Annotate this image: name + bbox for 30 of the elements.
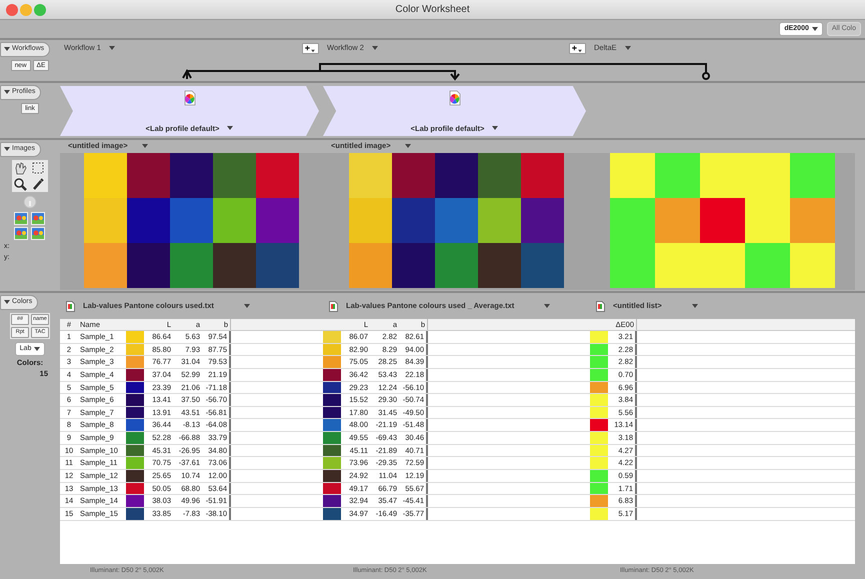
- image-icon: [31, 212, 45, 224]
- info-icon: [23, 194, 37, 208]
- close-button[interactable]: [6, 4, 18, 16]
- caret-icon: [142, 144, 148, 148]
- caret-icon: [624, 46, 631, 50]
- caret-icon: [244, 304, 250, 308]
- add-button[interactable]: +: [568, 42, 586, 54]
- caret-icon: [492, 126, 498, 130]
- profile-icon: [184, 90, 196, 106]
- caret-icon: [404, 144, 411, 148]
- add-button[interactable]: +: [302, 42, 319, 54]
- image-icon: [31, 226, 45, 240]
- caret-icon: [372, 46, 378, 50]
- profile-icon: [448, 90, 460, 106]
- caret-icon: [544, 304, 550, 308]
- caret-icon: [34, 346, 40, 351]
- eyedropper-icon: [31, 176, 45, 190]
- window-title: Color Worksheet: [395, 3, 470, 17]
- caret-icon: [108, 46, 115, 50]
- file-icon: [329, 300, 338, 312]
- caret-icon: [692, 304, 698, 308]
- file-icon: [596, 300, 605, 312]
- minimize-button[interactable]: [20, 4, 32, 16]
- selection-icon: [31, 160, 45, 174]
- image-icon: [14, 212, 28, 224]
- file-icon: [66, 300, 75, 312]
- zoom-button[interactable]: [34, 4, 46, 16]
- caret-icon: [812, 27, 818, 31]
- image-icon: [14, 226, 28, 240]
- caret-icon: [227, 126, 234, 130]
